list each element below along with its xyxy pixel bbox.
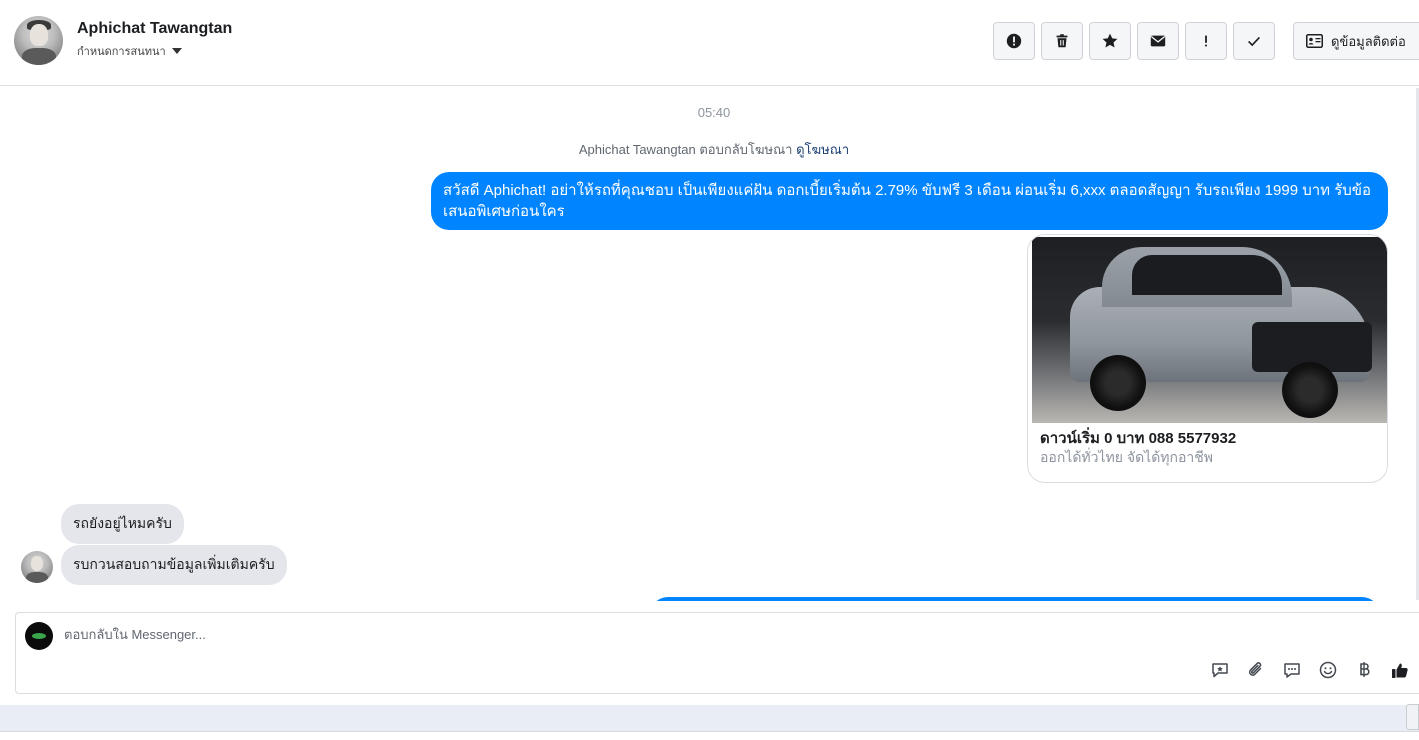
ad-card-subtitle: ออกได้ทั่วไทย จัดได้ทุกอาชีพ bbox=[1040, 449, 1214, 465]
unread-button[interactable] bbox=[1137, 22, 1179, 60]
payment-button[interactable] bbox=[1353, 659, 1375, 681]
view-ad-link[interactable]: ดูโฆษณา bbox=[796, 142, 849, 157]
sender-avatar bbox=[21, 551, 53, 583]
saved-reply-icon bbox=[1212, 663, 1228, 678]
like-button[interactable] bbox=[1389, 659, 1411, 681]
trash-icon bbox=[1056, 34, 1068, 48]
reply-input[interactable] bbox=[64, 627, 1064, 642]
assign-conversation-dropdown[interactable]: กำหนดการสนทนา bbox=[77, 42, 232, 60]
composer-toolbar bbox=[1209, 659, 1411, 681]
conversation-header: Aphichat Tawangtan กำหนดการสนทนา ดูข้อมู… bbox=[0, 0, 1419, 86]
attach-button[interactable] bbox=[1245, 659, 1267, 681]
outgoing-message-bubble: สวัสดี Aphichat! อย่าให้รถที่คุณชอบ เป็น… bbox=[431, 172, 1388, 230]
caret-down-icon bbox=[171, 48, 182, 54]
ad-card[interactable]: ดาวน์เริ่ม 0 บาท 088 5577932 ออกได้ทั่วไ… bbox=[1027, 234, 1388, 483]
mark-done-button[interactable] bbox=[1233, 22, 1275, 60]
browser-status-bar bbox=[0, 705, 1419, 731]
check-icon bbox=[1248, 36, 1260, 47]
outgoing-message-bubble-partial bbox=[650, 597, 1380, 601]
follow-up-button[interactable] bbox=[1185, 22, 1227, 60]
saved-reply-button[interactable] bbox=[1209, 659, 1231, 681]
assign-label: กำหนดการสนทนา bbox=[77, 46, 166, 58]
emoji-icon bbox=[1319, 661, 1337, 679]
quick-reply-button[interactable] bbox=[1281, 659, 1303, 681]
contact-info-label: ดูข้อมูลติดต่อ bbox=[1331, 33, 1406, 49]
contact-avatar[interactable] bbox=[14, 16, 63, 65]
star-button[interactable] bbox=[1089, 22, 1131, 60]
reply-composer bbox=[15, 612, 1419, 694]
ad-reply-notice: Aphichat Tawangtan ตอบกลับโฆษณา ดูโฆษณา bbox=[0, 139, 1419, 160]
inbox-conversation-view: Aphichat Tawangtan กำหนดการสนทนา ดูข้อมู… bbox=[0, 0, 1419, 740]
view-contact-info-button[interactable]: ดูข้อมูลติดต่อ bbox=[1293, 22, 1419, 60]
paperclip-icon bbox=[1248, 662, 1262, 676]
contact-name[interactable]: Aphichat Tawangtan bbox=[77, 20, 232, 38]
chat-bubble-icon bbox=[1284, 663, 1300, 678]
incoming-message-bubble: รถยังอยู่ไหมครับ bbox=[61, 504, 184, 544]
contact-name-block: Aphichat Tawangtan กำหนดการสนทนา bbox=[77, 20, 232, 60]
envelope-icon bbox=[1150, 35, 1166, 47]
message-timestamp: 05:40 bbox=[697, 105, 731, 120]
page-avatar bbox=[25, 622, 53, 650]
conversation-actions bbox=[993, 22, 1275, 60]
thumbs-up-icon bbox=[1392, 663, 1408, 678]
baht-icon bbox=[1360, 662, 1370, 677]
alert-circle-icon bbox=[1006, 33, 1022, 49]
incoming-message-bubble: รบกวนสอบถามข้อมูลเพิ่มเติมครับ bbox=[61, 545, 287, 585]
delete-button[interactable] bbox=[1041, 22, 1083, 60]
help-widget-icon[interactable] bbox=[1406, 704, 1419, 730]
bottom-divider bbox=[0, 731, 1419, 740]
spam-button[interactable] bbox=[993, 22, 1035, 60]
ad-reply-text: Aphichat Tawangtan ตอบกลับโฆษณา bbox=[578, 142, 793, 157]
contact-summary: Aphichat Tawangtan กำหนดการสนทนา bbox=[14, 16, 232, 65]
emoji-button[interactable] bbox=[1317, 659, 1339, 681]
message-thread[interactable]: 05:40 Aphichat Tawangtan ตอบกลับโฆษณา ดู… bbox=[0, 87, 1419, 601]
exclamation-icon bbox=[1205, 35, 1207, 47]
contact-card-icon bbox=[1306, 34, 1323, 48]
ad-card-image bbox=[1032, 237, 1387, 423]
star-icon bbox=[1102, 33, 1118, 48]
